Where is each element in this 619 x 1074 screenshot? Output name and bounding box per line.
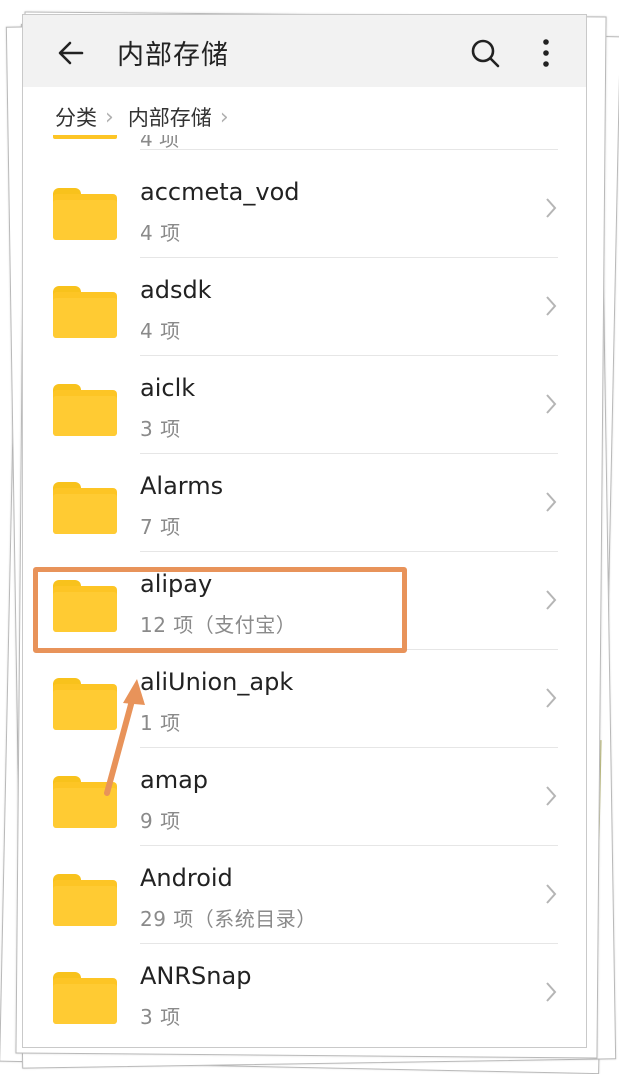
- file-manager-screen: 内部存储 分类 › 内部存储 › 4 项 accmeta_vod 4 项 ads…: [22, 14, 587, 1048]
- annotation-arrow-icon: [104, 679, 145, 796]
